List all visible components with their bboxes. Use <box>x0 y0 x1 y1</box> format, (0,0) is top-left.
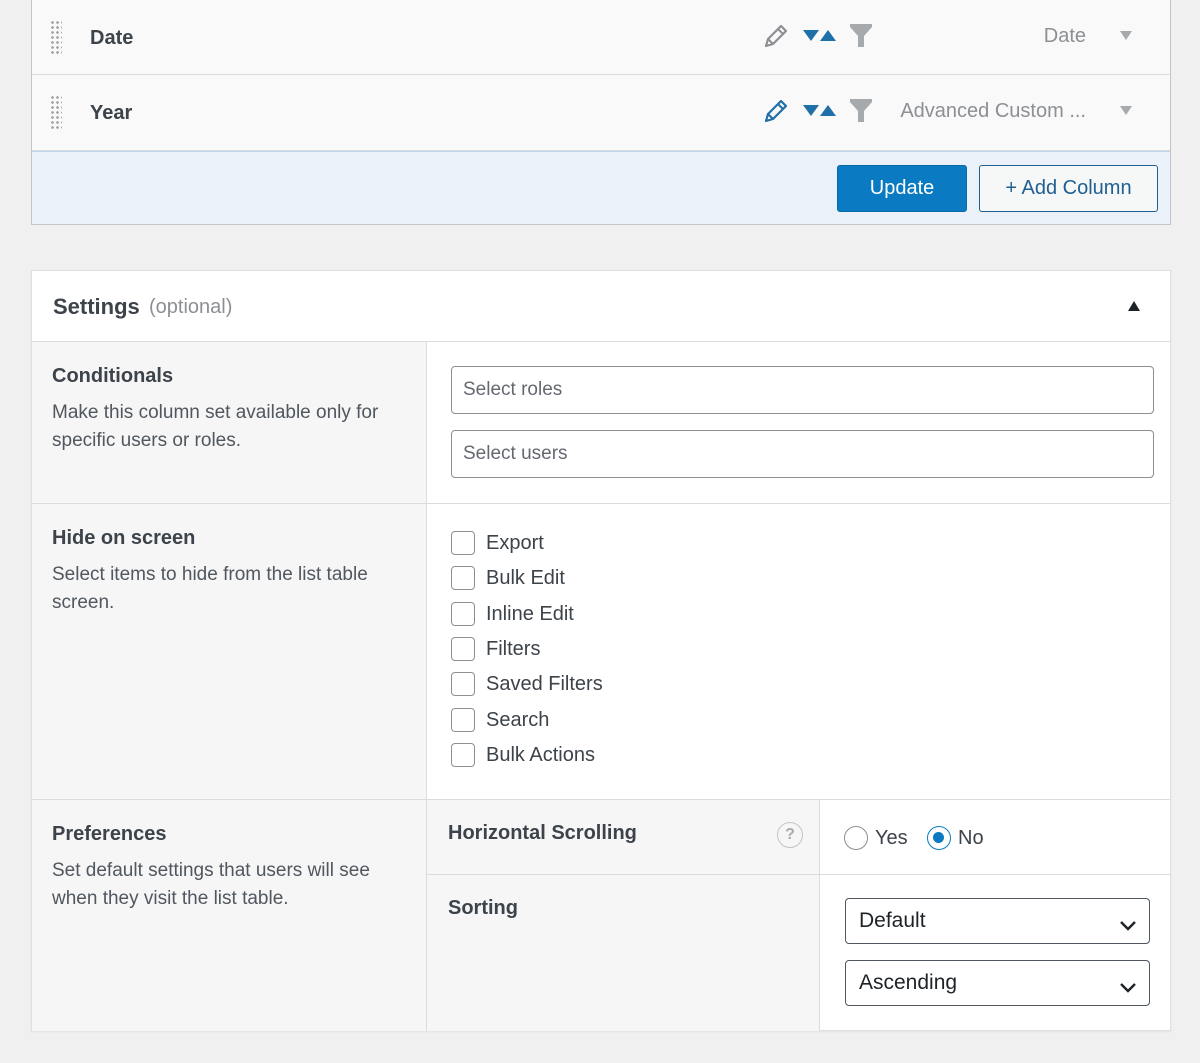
preferences-section: Preferences Set default settings that us… <box>32 800 1171 1031</box>
preferences-info: Preferences Set default settings that us… <box>32 800 427 1031</box>
column-type-select[interactable]: Advanced Custom ... <box>900 100 1086 123</box>
help-icon[interactable]: ? <box>777 822 803 848</box>
checkbox-inline-edit[interactable]: Inline Edit <box>451 600 574 628</box>
preferences-description: Set default settings that users will see… <box>52 860 370 909</box>
checkbox[interactable] <box>451 566 475 590</box>
checkbox-search[interactable]: Search <box>451 706 549 734</box>
chevron-down-icon[interactable] <box>1120 31 1132 40</box>
checkbox-saved-filters[interactable]: Saved Filters <box>451 670 603 698</box>
conditionals-title: Conditionals <box>52 365 174 387</box>
chevron-down-icon <box>1119 976 1137 1000</box>
radio-button-selected[interactable] <box>927 826 951 850</box>
roles-input[interactable]: Select roles <box>451 366 1154 414</box>
radio-no[interactable]: No <box>927 825 984 851</box>
radio-yes[interactable]: Yes <box>844 825 908 851</box>
radio-button[interactable] <box>844 826 868 850</box>
column-actions-bar: Update + Add Column <box>32 151 1170 224</box>
add-column-button[interactable]: + Add Column <box>979 165 1158 212</box>
settings-panel: Settings (optional) Conditionals Make th… <box>31 270 1171 1031</box>
settings-title: Settings <box>53 294 140 319</box>
settings-header[interactable]: Settings (optional) <box>32 271 1170 342</box>
select-value: Default <box>859 909 926 932</box>
column-row-year: Year Advanced Custom ... <box>32 75 1170 151</box>
checkbox-label[interactable]: Bulk Edit <box>486 567 565 590</box>
column-row-date: Date Date <box>32 0 1170 75</box>
update-button[interactable]: Update <box>837 165 967 212</box>
horizontal-scrolling-options: Yes No <box>820 800 1171 875</box>
collapse-arrow-icon[interactable] <box>1128 301 1140 311</box>
checkbox[interactable] <box>451 637 475 661</box>
pencil-icon[interactable] <box>762 97 790 130</box>
hide-on-screen-title: Hide on screen <box>52 527 196 549</box>
sorting-column-select[interactable]: Default <box>845 898 1150 944</box>
settings-optional-label: (optional) <box>149 296 233 318</box>
preferences-labels: Horizontal Scrolling ? Sorting <box>427 800 820 1031</box>
hide-on-screen-info: Hide on screen Select items to hide from… <box>32 504 427 799</box>
conditionals-section: Conditionals Make this column set availa… <box>32 342 1170 504</box>
horizontal-scrolling-row: Horizontal Scrolling ? <box>427 800 819 875</box>
sorting-order-select[interactable]: Ascending <box>845 960 1150 1006</box>
radio-label[interactable]: No <box>958 827 984 850</box>
drag-handle-icon[interactable] <box>50 95 62 131</box>
checkbox-label[interactable]: Filters <box>486 638 540 661</box>
checkbox[interactable] <box>451 672 475 696</box>
sort-icon[interactable] <box>802 26 838 49</box>
sort-icon[interactable] <box>802 101 838 124</box>
checkbox-label[interactable]: Inline Edit <box>486 603 574 626</box>
checkbox-filters[interactable]: Filters <box>451 635 540 663</box>
column-label[interactable]: Date <box>90 27 133 50</box>
sorting-row: Sorting <box>427 875 819 1031</box>
preferences-title: Preferences <box>52 823 167 845</box>
filter-icon[interactable] <box>849 97 873 130</box>
select-value: Ascending <box>859 971 958 994</box>
filter-icon[interactable] <box>849 22 873 55</box>
radio-label[interactable]: Yes <box>875 827 908 850</box>
checkbox[interactable] <box>451 531 475 555</box>
checkbox-bulk-edit[interactable]: Bulk Edit <box>451 564 565 592</box>
hide-on-screen-section: Hide on screen Select items to hide from… <box>32 504 1170 800</box>
checkbox-label[interactable]: Search <box>486 709 549 732</box>
column-type-select[interactable]: Date <box>1044 25 1086 48</box>
column-label[interactable]: Year <box>90 102 132 125</box>
checkbox-label[interactable]: Saved Filters <box>486 673 603 696</box>
sorting-label: Sorting <box>448 897 518 919</box>
checkbox-export[interactable]: Export <box>451 529 544 557</box>
checkbox-label[interactable]: Bulk Actions <box>486 744 595 767</box>
horizontal-scrolling-label: Horizontal Scrolling <box>448 822 637 844</box>
chevron-down-icon <box>1119 914 1137 938</box>
checkbox-bulk-actions[interactable]: Bulk Actions <box>451 741 595 769</box>
users-input[interactable]: Select users <box>451 430 1154 478</box>
drag-handle-icon[interactable] <box>50 20 62 56</box>
checkbox-label[interactable]: Export <box>486 532 544 555</box>
conditionals-info: Conditionals Make this column set availa… <box>32 342 427 503</box>
checkbox[interactable] <box>451 708 475 732</box>
conditionals-description: Make this column set available only for … <box>52 402 379 451</box>
page: Date Date Year Advanced Custom ... Updat… <box>0 0 1200 1063</box>
checkbox[interactable] <box>451 602 475 626</box>
hide-on-screen-description: Select items to hide from the list table… <box>52 564 368 613</box>
checkbox[interactable] <box>451 743 475 767</box>
column-list: Date Date Year Advanced Custom ... Updat… <box>31 0 1171 225</box>
preferences-controls: Yes No Default Ascending <box>820 800 1171 1031</box>
chevron-down-icon[interactable] <box>1120 106 1132 115</box>
pencil-icon[interactable] <box>762 22 790 55</box>
